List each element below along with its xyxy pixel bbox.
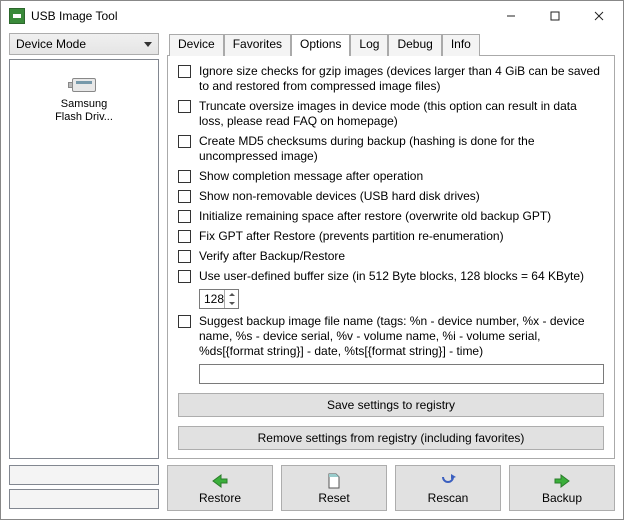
checkbox-nonremovable[interactable] bbox=[178, 190, 191, 203]
checkbox-fixgpt[interactable] bbox=[178, 230, 191, 243]
titlebar: USB Image Tool bbox=[1, 1, 623, 31]
refresh-icon bbox=[438, 472, 458, 490]
spinner-down-icon[interactable] bbox=[224, 299, 238, 308]
option-label: Ignore size checks for gzip images (devi… bbox=[199, 64, 604, 94]
checkbox-ignore-size[interactable] bbox=[178, 65, 191, 78]
minimize-button[interactable] bbox=[489, 2, 533, 30]
usb-drive-icon bbox=[68, 70, 100, 96]
backup-button[interactable]: Backup bbox=[509, 465, 615, 511]
tab-favorites[interactable]: Favorites bbox=[224, 34, 291, 56]
device-label: Samsung Flash Driv... bbox=[16, 98, 152, 124]
checkbox-completion[interactable] bbox=[178, 170, 191, 183]
status-box-upper bbox=[9, 465, 159, 485]
tab-info[interactable]: Info bbox=[442, 34, 480, 56]
app-icon bbox=[9, 8, 25, 24]
option-label: Fix GPT after Restore (prevents partitio… bbox=[199, 229, 604, 244]
device-item[interactable]: Samsung Flash Driv... bbox=[16, 66, 152, 128]
checkbox-suggest-name[interactable] bbox=[178, 315, 191, 328]
checkbox-truncate[interactable] bbox=[178, 100, 191, 113]
device-mode-label: Device Mode bbox=[16, 37, 86, 51]
reset-button[interactable]: Reset bbox=[281, 465, 387, 511]
option-label: Use user-defined buffer size (in 512 Byt… bbox=[199, 269, 604, 284]
spinner-up-icon[interactable] bbox=[224, 290, 238, 299]
tab-device[interactable]: Device bbox=[169, 34, 224, 56]
checkbox-buffer[interactable] bbox=[178, 270, 191, 283]
buffer-size-value: 128 bbox=[200, 292, 224, 306]
option-label: Suggest backup image file name (tags: %n… bbox=[199, 314, 604, 359]
remove-settings-button[interactable]: Remove settings from registry (including… bbox=[178, 426, 604, 450]
options-pane: Ignore size checks for gzip images (devi… bbox=[167, 55, 615, 459]
option-label: Create MD5 checksums during backup (hash… bbox=[199, 134, 604, 164]
close-button[interactable] bbox=[577, 2, 621, 30]
save-settings-button[interactable]: Save settings to registry bbox=[178, 393, 604, 417]
option-label: Verify after Backup/Restore bbox=[199, 249, 604, 264]
buffer-size-spinner[interactable]: 128 bbox=[199, 289, 239, 309]
option-label: Show non-removable devices (USB hard dis… bbox=[199, 189, 604, 204]
checkbox-verify[interactable] bbox=[178, 250, 191, 263]
status-box-lower bbox=[9, 489, 159, 509]
device-mode-dropdown[interactable]: Device Mode bbox=[9, 33, 159, 55]
document-icon bbox=[324, 472, 344, 490]
option-label: Truncate oversize images in device mode … bbox=[199, 99, 604, 129]
rescan-button[interactable]: Rescan bbox=[395, 465, 501, 511]
tab-log[interactable]: Log bbox=[350, 34, 388, 56]
tab-debug[interactable]: Debug bbox=[388, 34, 441, 56]
option-label: Initialize remaining space after restore… bbox=[199, 209, 604, 224]
checkbox-md5[interactable] bbox=[178, 135, 191, 148]
device-list[interactable]: Samsung Flash Driv... bbox=[9, 59, 159, 459]
window-title: USB Image Tool bbox=[31, 9, 489, 23]
tabs-row: Device Favorites Options Log Debug Info bbox=[167, 33, 615, 55]
option-label: Show completion message after operation bbox=[199, 169, 604, 184]
checkbox-initialize[interactable] bbox=[178, 210, 191, 223]
filename-template-input[interactable] bbox=[199, 364, 604, 384]
restore-button[interactable]: Restore bbox=[167, 465, 273, 511]
arrow-right-icon bbox=[552, 472, 572, 490]
maximize-button[interactable] bbox=[533, 2, 577, 30]
chevron-down-icon bbox=[144, 42, 152, 47]
arrow-left-icon bbox=[210, 472, 230, 490]
tab-options[interactable]: Options bbox=[291, 34, 350, 56]
